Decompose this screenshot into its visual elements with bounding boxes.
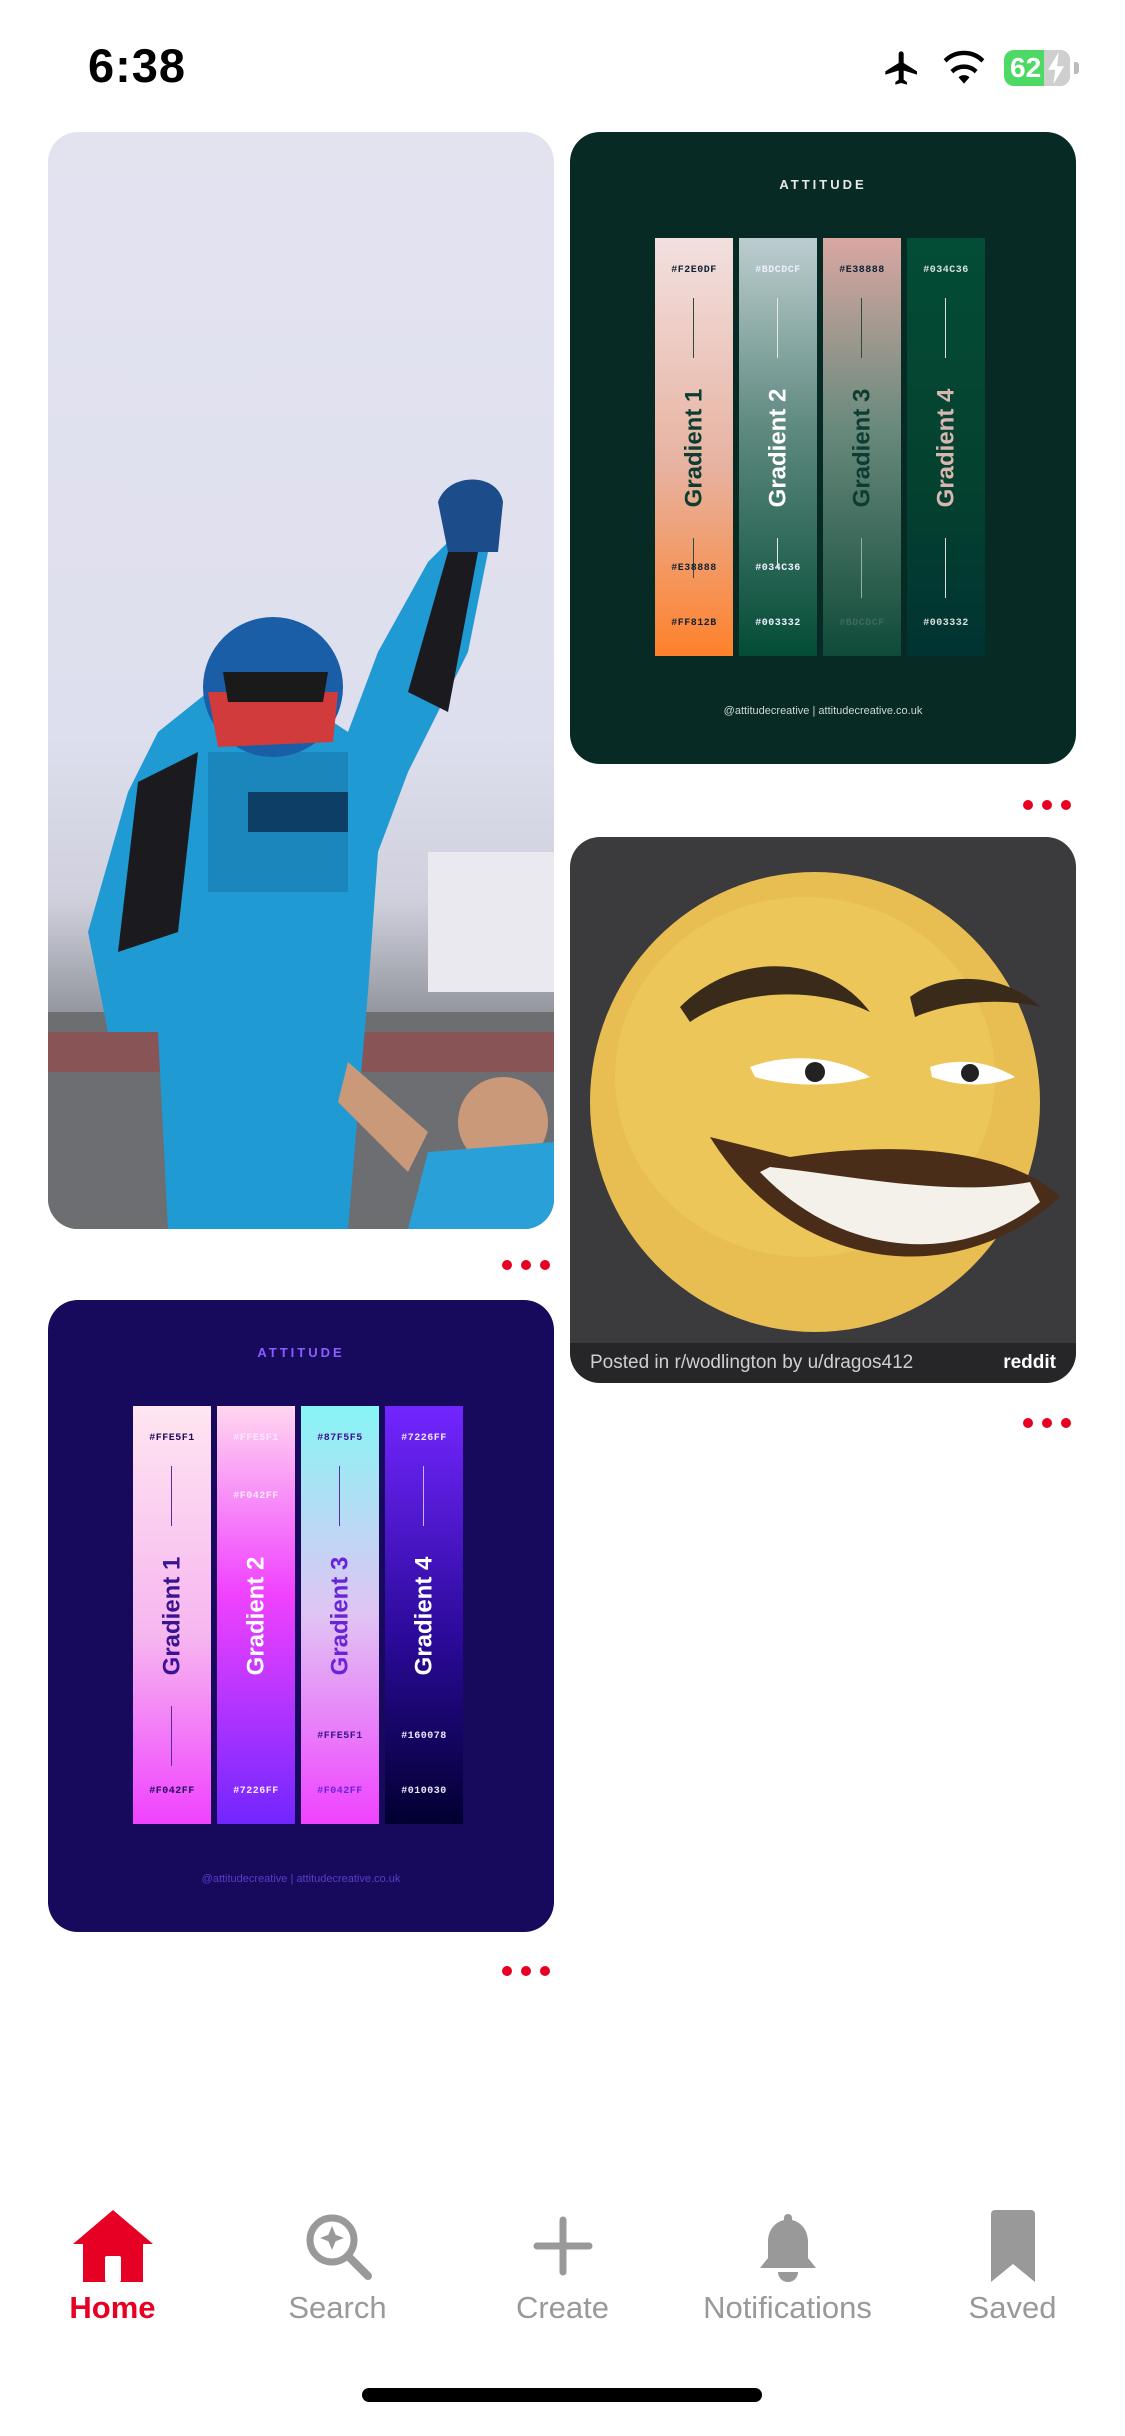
meme-caption: Posted in r/wodlington by u/dragos412 re… [570, 1343, 1076, 1383]
gradient-strip: #BDCDCF Gradient 2 #034C36 #003332 [739, 238, 817, 656]
pin-racer-more-button[interactable] [502, 1260, 550, 1270]
palette-brand: ATTITUDE [257, 1345, 345, 1360]
home-indicator[interactable] [362, 2388, 762, 2402]
palette-footer: @attitudecreative | attitudecreative.co.… [723, 705, 923, 717]
pin-gradient-palette-purple[interactable]: ATTITUDE #FFE5F1 Gradient 1 #F042FF #FFE… [48, 1300, 554, 1932]
airplane-icon [885, 51, 917, 85]
palette-strips: #FFE5F1 Gradient 1 #F042FF #FFE5F1 #F042… [133, 1406, 463, 1824]
palette-footer: @attitudecreative | attitudecreative.co.… [201, 1873, 401, 1885]
tab-search[interactable]: Search [225, 2190, 450, 2330]
gradient-strip: #FFE5F1 Gradient 1 #F042FF [133, 1406, 211, 1824]
pin-meme[interactable]: Posted in r/wodlington by u/dragos412 re… [570, 837, 1076, 1383]
gradient-strip: #034C36 Gradient 4 #003332 [907, 238, 985, 656]
tab-saved[interactable]: Saved [900, 2190, 1125, 2330]
gradient-strip: #F2E0DF Gradient 1 #E38888 #FF812B [655, 238, 733, 656]
pin-palette-green-more-button[interactable] [1023, 800, 1071, 810]
home-icon [72, 2210, 153, 2282]
tab-label: Home [69, 2290, 156, 2325]
gradient-strip: #E38888 Gradient 3 #BDCDCF [823, 238, 901, 656]
tab-label: Create [515, 2290, 610, 2325]
tab-label: Saved [968, 2290, 1057, 2325]
smug-face-illustration [590, 872, 1060, 1332]
plus-icon [533, 2216, 592, 2276]
status-time: 6:38 [88, 39, 187, 92]
status-icons: 62 [880, 48, 1079, 88]
tab-notifications[interactable]: Notifications [675, 2190, 900, 2330]
pin-racer-photo[interactable] [48, 132, 554, 1229]
gradient-strip: #7226FF Gradient 4 #160078 #010030 [385, 1406, 463, 1824]
pin-meme-more-button[interactable] [1023, 1418, 1071, 1428]
bell-icon [759, 2214, 816, 2282]
pin-palette-purple-more-button[interactable] [502, 1966, 550, 1976]
racer-illustration [48, 479, 554, 1229]
tab-label: Notifications [703, 2290, 872, 2325]
search-icon [306, 2214, 372, 2280]
tab-label: Search [288, 2290, 387, 2325]
tab-create[interactable]: Create [450, 2190, 675, 2330]
palette-brand: ATTITUDE [779, 177, 867, 192]
palette-strips: #F2E0DF Gradient 1 #E38888 #FF812B #BDCD… [655, 238, 985, 656]
gradient-strip: #FFE5F1 #F042FF Gradient 2 #7226FF [217, 1406, 295, 1824]
battery-indicator: 62 [1004, 50, 1070, 86]
pin-gradient-palette-green[interactable]: ATTITUDE #F2E0DF Gradient 1 #E38888 #FF8… [570, 132, 1076, 764]
bookmark-icon [990, 2210, 1035, 2282]
wifi-icon [943, 50, 985, 84]
gradient-strip: #87F5F5 Gradient 3 #FFE5F1 #F042FF [301, 1406, 379, 1824]
tab-home[interactable]: Home [0, 2190, 225, 2330]
reddit-badge: reddit [1003, 1352, 1056, 1373]
bottom-tab-bar: Home Search Create Notifications Saved [0, 2190, 1125, 2330]
charging-bolt-icon [1048, 52, 1065, 84]
